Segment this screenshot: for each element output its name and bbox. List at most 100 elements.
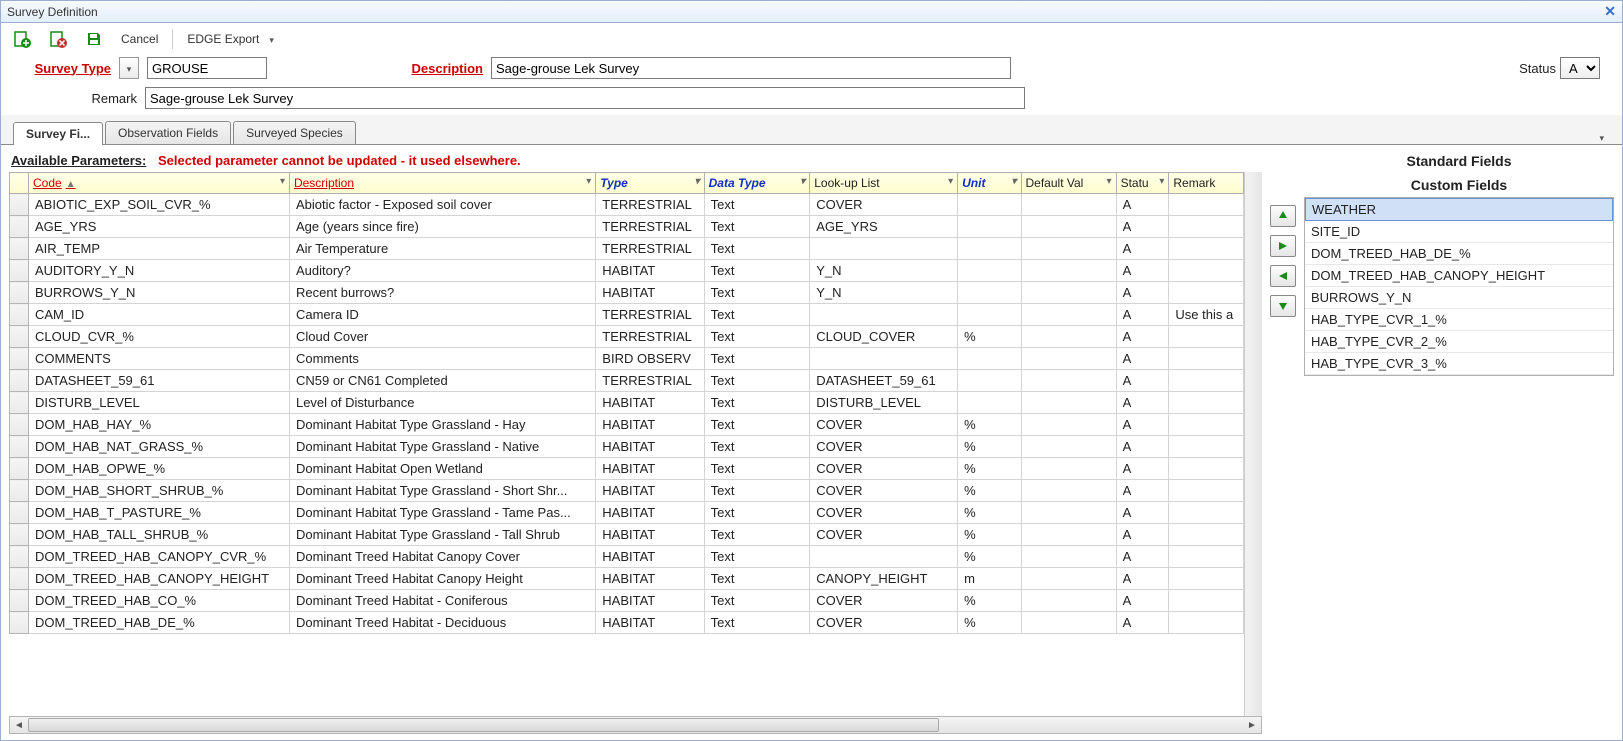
- list-item[interactable]: HAB_TYPE_CVR_2_%: [1305, 331, 1613, 353]
- row-selector[interactable]: [10, 238, 29, 260]
- tab-observation-fields[interactable]: Observation Fields: [105, 121, 231, 144]
- table-row[interactable]: CLOUD_CVR_%Cloud CoverTERRESTRIALTextCLO…: [10, 326, 1244, 348]
- filter-icon[interactable]: ▾: [1107, 176, 1112, 187]
- row-selector[interactable]: [10, 326, 29, 348]
- filter-icon[interactable]: ▾: [280, 176, 285, 187]
- cell-code: BURROWS_Y_N: [29, 282, 290, 304]
- list-item[interactable]: HAB_TYPE_CVR_1_%: [1305, 309, 1613, 331]
- move-left-button[interactable]: [1270, 265, 1296, 287]
- list-item[interactable]: DOM_TREED_HAB_DE_%: [1305, 243, 1613, 265]
- filter-icon[interactable]: ▾: [695, 176, 700, 187]
- row-selector[interactable]: [10, 524, 29, 546]
- standard-fields-header[interactable]: Standard Fields: [1304, 149, 1614, 173]
- row-selector[interactable]: [10, 480, 29, 502]
- table-row[interactable]: BURROWS_Y_NRecent burrows?HABITATTextY_N…: [10, 282, 1244, 304]
- move-bottom-button[interactable]: [1270, 295, 1296, 317]
- row-selector[interactable]: [10, 282, 29, 304]
- row-selector[interactable]: [10, 612, 29, 634]
- content-area: Available Parameters: Selected parameter…: [1, 145, 1622, 740]
- table-row[interactable]: DOM_TREED_HAB_CO_%Dominant Treed Habitat…: [10, 590, 1244, 612]
- table-row[interactable]: AGE_YRSAge (years since fire)TERRESTRIAL…: [10, 216, 1244, 238]
- close-icon[interactable]: ✕: [1604, 3, 1616, 20]
- table-row[interactable]: DOM_HAB_OPWE_%Dominant Habitat Open Wetl…: [10, 458, 1244, 480]
- col-code[interactable]: Code▲▾: [29, 173, 290, 194]
- table-row[interactable]: DOM_HAB_HAY_%Dominant Habitat Type Grass…: [10, 414, 1244, 436]
- table-row[interactable]: COMMENTSCommentsBIRD OBSERVTextA: [10, 348, 1244, 370]
- tab-overflow-menu[interactable]: [1593, 130, 1610, 144]
- move-top-button[interactable]: [1270, 205, 1296, 227]
- table-row[interactable]: DOM_HAB_NAT_GRASS_%Dominant Habitat Type…: [10, 436, 1244, 458]
- filter-icon[interactable]: ▾: [1011, 176, 1016, 187]
- col-description[interactable]: Description▾: [289, 173, 595, 194]
- filter-icon[interactable]: ▾: [948, 176, 953, 187]
- col-lookup-list[interactable]: Look-up List▾: [810, 173, 958, 194]
- list-item[interactable]: BURROWS_Y_N: [1305, 287, 1613, 309]
- col-data-type[interactable]: Data Type▾: [704, 173, 810, 194]
- horizontal-scrollbar[interactable]: ◄ ►: [9, 716, 1262, 734]
- cell-default: [1021, 392, 1116, 414]
- row-selector[interactable]: [10, 216, 29, 238]
- row-selector[interactable]: [10, 436, 29, 458]
- list-item[interactable]: WEATHER: [1305, 198, 1613, 221]
- table-row[interactable]: CAM_IDCamera IDTERRESTRIALTextAUse this …: [10, 304, 1244, 326]
- table-row[interactable]: DOM_TREED_HAB_CANOPY_HEIGHTDominant Tree…: [10, 568, 1244, 590]
- col-status[interactable]: Statu▾: [1116, 173, 1169, 194]
- list-item[interactable]: DOM_TREED_HAB_CANOPY_HEIGHT: [1305, 265, 1613, 287]
- save-icon: [85, 30, 103, 48]
- col-remark[interactable]: Remark: [1169, 173, 1244, 194]
- save-icon-button[interactable]: [81, 28, 107, 50]
- table-row[interactable]: AUDITORY_Y_NAuditory?HABITATTextY_NA: [10, 260, 1244, 282]
- cancel-button[interactable]: Cancel: [117, 30, 162, 48]
- filter-icon[interactable]: ▾: [800, 176, 805, 187]
- table-row[interactable]: DISTURB_LEVELLevel of DisturbanceHABITAT…: [10, 392, 1244, 414]
- list-item[interactable]: SITE_ID: [1305, 221, 1613, 243]
- col-default-val[interactable]: Default Val▾: [1021, 173, 1116, 194]
- row-selector[interactable]: [10, 590, 29, 612]
- row-selector[interactable]: [10, 194, 29, 216]
- status-wrap: Status A: [1519, 57, 1610, 79]
- filter-icon[interactable]: ▾: [1159, 176, 1164, 187]
- move-right-button[interactable]: [1270, 235, 1296, 257]
- row-selector[interactable]: [10, 568, 29, 590]
- scroll-thumb[interactable]: [28, 718, 939, 732]
- parameters-grid[interactable]: Code▲▾ Description▾ Type▾ Data Type▾ Loo…: [9, 172, 1244, 716]
- table-row[interactable]: DOM_TREED_HAB_CANOPY_CVR_%Dominant Treed…: [10, 546, 1244, 568]
- row-selector[interactable]: [10, 304, 29, 326]
- custom-fields-list[interactable]: WEATHERSITE_IDDOM_TREED_HAB_DE_%DOM_TREE…: [1304, 197, 1614, 376]
- scroll-track[interactable]: [28, 718, 1243, 732]
- survey-type-input[interactable]: [147, 57, 267, 79]
- table-row[interactable]: DATASHEET_59_61CN59 or CN61 CompletedTER…: [10, 370, 1244, 392]
- description-input[interactable]: [491, 57, 1011, 79]
- custom-fields-header[interactable]: Custom Fields: [1304, 173, 1614, 197]
- status-select[interactable]: A: [1560, 57, 1600, 79]
- table-row[interactable]: DOM_HAB_T_PASTURE_%Dominant Habitat Type…: [10, 502, 1244, 524]
- table-row[interactable]: DOM_HAB_SHORT_SHRUB_%Dominant Habitat Ty…: [10, 480, 1244, 502]
- survey-type-dropdown[interactable]: [119, 57, 139, 79]
- delete-icon-button[interactable]: [45, 28, 71, 50]
- row-selector[interactable]: [10, 348, 29, 370]
- scroll-left-icon[interactable]: ◄: [10, 720, 28, 731]
- scroll-right-icon[interactable]: ►: [1243, 720, 1261, 731]
- table-row[interactable]: DOM_TREED_HAB_DE_%Dominant Treed Habitat…: [10, 612, 1244, 634]
- vertical-scrollbar[interactable]: [1244, 172, 1262, 716]
- row-selector[interactable]: [10, 370, 29, 392]
- row-selector[interactable]: [10, 414, 29, 436]
- edge-export-button[interactable]: EDGE Export: [183, 30, 278, 48]
- tab-surveyed-species[interactable]: Surveyed Species: [233, 121, 356, 144]
- row-selector[interactable]: [10, 260, 29, 282]
- row-selector[interactable]: [10, 502, 29, 524]
- table-row[interactable]: AIR_TEMPAir TemperatureTERRESTRIALTextA: [10, 238, 1244, 260]
- row-selector[interactable]: [10, 392, 29, 414]
- tab-survey-fields[interactable]: Survey Fi...: [13, 122, 103, 145]
- row-selector[interactable]: [10, 458, 29, 480]
- col-unit[interactable]: Unit▾: [958, 173, 1021, 194]
- filter-icon[interactable]: ▾: [586, 176, 591, 187]
- remark-input[interactable]: [145, 87, 1025, 109]
- list-item[interactable]: HAB_TYPE_CVR_3_%: [1305, 353, 1613, 375]
- row-selector[interactable]: [10, 546, 29, 568]
- table-row[interactable]: ABIOTIC_EXP_SOIL_CVR_%Abiotic factor - E…: [10, 194, 1244, 216]
- add-icon-button[interactable]: [9, 28, 35, 50]
- col-type[interactable]: Type▾: [596, 173, 704, 194]
- table-row[interactable]: DOM_HAB_TALL_SHRUB_%Dominant Habitat Typ…: [10, 524, 1244, 546]
- row-selector-header[interactable]: [10, 173, 29, 194]
